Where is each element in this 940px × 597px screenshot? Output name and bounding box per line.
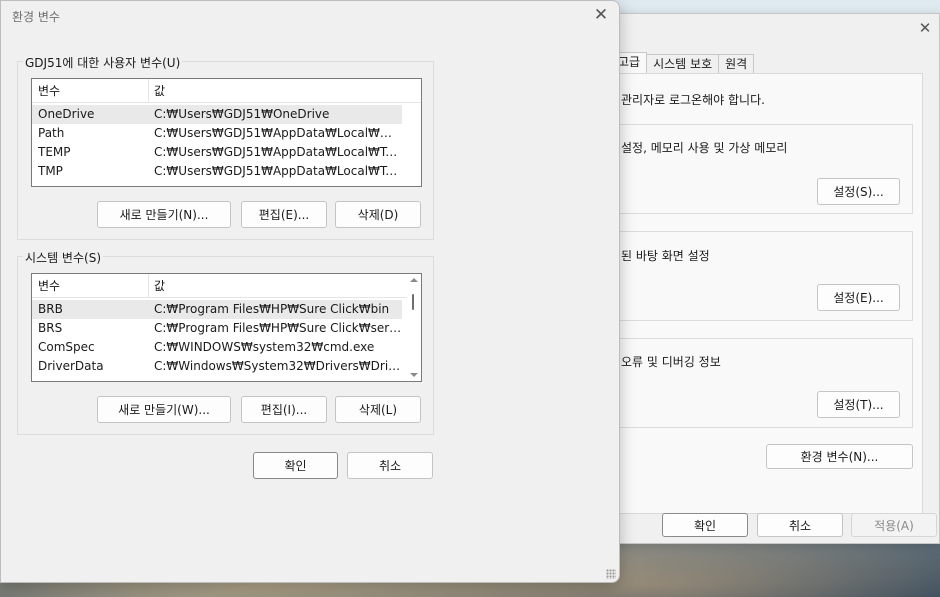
variable-name: TMP [38,164,63,178]
ok-button[interactable]: 확인 [253,452,338,479]
variable-value: C:₩Users₩GDJ51₩AppData₩Local₩Micros... [154,126,402,140]
environment-variables-dialog: 환경 변수 ✕ GDJ51에 대한 사용자 변수(U) 변수 값 OneDriv… [0,0,620,583]
variable-value: C:₩Windows₩System32₩Drivers₩DriverData [154,359,402,373]
list-header: 변수 값 [32,274,421,298]
user-variable-row[interactable]: Path C:₩Users₩GDJ51₩AppData₩Local₩Micros… [32,124,402,143]
apply-button[interactable]: 적용(A) [851,513,937,537]
system-variable-row[interactable]: ComSpec C:₩WINDOWS₩system32₩cmd.exe [32,338,402,357]
variable-name: BRS [38,321,63,335]
variable-name: BRB [38,302,63,316]
user-variable-row[interactable]: OneDrive C:₩Users₩GDJ51₩OneDrive [32,105,402,124]
column-header-value[interactable]: 값 [148,274,165,298]
variable-name: DriverData [38,359,104,373]
user-delete-button[interactable]: 삭제(D) [335,201,421,228]
user-profiles-settings-button[interactable]: 설정(E)... [817,284,900,311]
scroll-thumb[interactable] [412,294,414,310]
user-edit-button[interactable]: 편집(E)... [241,201,327,228]
column-header-value[interactable]: 값 [148,79,165,103]
environment-variables-button[interactable]: 환경 변수(N)... [766,444,913,469]
system-variables-label: 시스템 변수(S) [23,249,103,266]
performance-description: 설정, 메모리 사용 및 가상 메모리 [621,141,788,155]
cancel-button[interactable]: 취소 [757,513,843,537]
vertical-scrollbar[interactable] [407,274,421,381]
performance-settings-button[interactable]: 설정(S)... [817,178,900,205]
variable-value: C:₩Users₩GDJ51₩OneDrive [154,107,330,121]
system-variable-row[interactable]: BRB C:₩Program Files₩HP₩Sure Click₩bin [32,300,402,319]
system-new-button[interactable]: 새로 만들기(W)... [97,396,231,423]
variable-value: C:₩Users₩GDJ51₩AppData₩Local₩Temp [154,145,402,159]
column-header-variable[interactable]: 변수 [32,79,60,103]
startup-recovery-description: 오류 및 디버깅 정보 [621,355,721,369]
scroll-up-icon[interactable] [410,278,418,282]
user-profiles-description: 된 바탕 화면 설정 [621,249,710,263]
system-variable-row[interactable]: DriverData C:₩Windows₩System32₩Drivers₩D… [32,357,402,376]
admin-note: 관리자로 로그온해야 합니다. [621,93,765,107]
variable-value: C:₩Program Files₩HP₩Sure Click₩servers [154,321,402,335]
variable-name: OneDrive [38,107,95,121]
variable-value: C:₩Program Files₩HP₩Sure Click₩bin [154,302,390,316]
list-header: 변수 값 [32,79,421,103]
startup-recovery-settings-button[interactable]: 설정(T)... [817,391,900,418]
system-variable-row[interactable]: BRS C:₩Program Files₩HP₩Sure Click₩serve… [32,319,402,338]
close-icon[interactable]: ✕ [917,20,933,36]
ok-button[interactable]: 확인 [662,513,748,537]
user-variable-row[interactable]: TEMP C:₩Users₩GDJ51₩AppData₩Local₩Temp [32,143,402,162]
variable-name: TEMP [38,145,71,159]
user-variable-row[interactable]: TMP C:₩Users₩GDJ51₩AppData₩Local₩Temp [32,162,402,181]
variable-value: C:₩Users₩GDJ51₩AppData₩Local₩Temp [154,164,402,178]
user-new-button[interactable]: 새로 만들기(N)... [97,201,231,228]
variable-value: C:₩WINDOWS₩system32₩cmd.exe [154,340,375,354]
scroll-down-icon[interactable] [410,373,418,377]
close-icon[interactable]: ✕ [591,5,611,25]
system-variables-list[interactable]: 변수 값 BRB C:₩Program Files₩HP₩Sure Click₩… [31,273,422,382]
user-variables-list[interactable]: 변수 값 OneDrive C:₩Users₩GDJ51₩OneDrive Pa… [31,78,422,187]
column-header-variable[interactable]: 변수 [32,274,60,298]
resize-grip-icon[interactable] [606,569,616,579]
variable-name: ComSpec [38,340,95,354]
cancel-button[interactable]: 취소 [347,452,433,479]
user-variables-label: GDJ51에 대한 사용자 변수(U) [23,54,183,71]
system-delete-button[interactable]: 삭제(L) [335,396,421,423]
tab-bar: 고급 시스템 보호 원격 [611,52,755,74]
tab-remote[interactable]: 원격 [718,54,755,74]
tab-system-protection[interactable]: 시스템 보호 [646,54,720,74]
variable-name: Path [38,126,65,140]
system-edit-button[interactable]: 편집(I)... [241,396,327,423]
dialog-title: 환경 변수 [12,10,60,24]
